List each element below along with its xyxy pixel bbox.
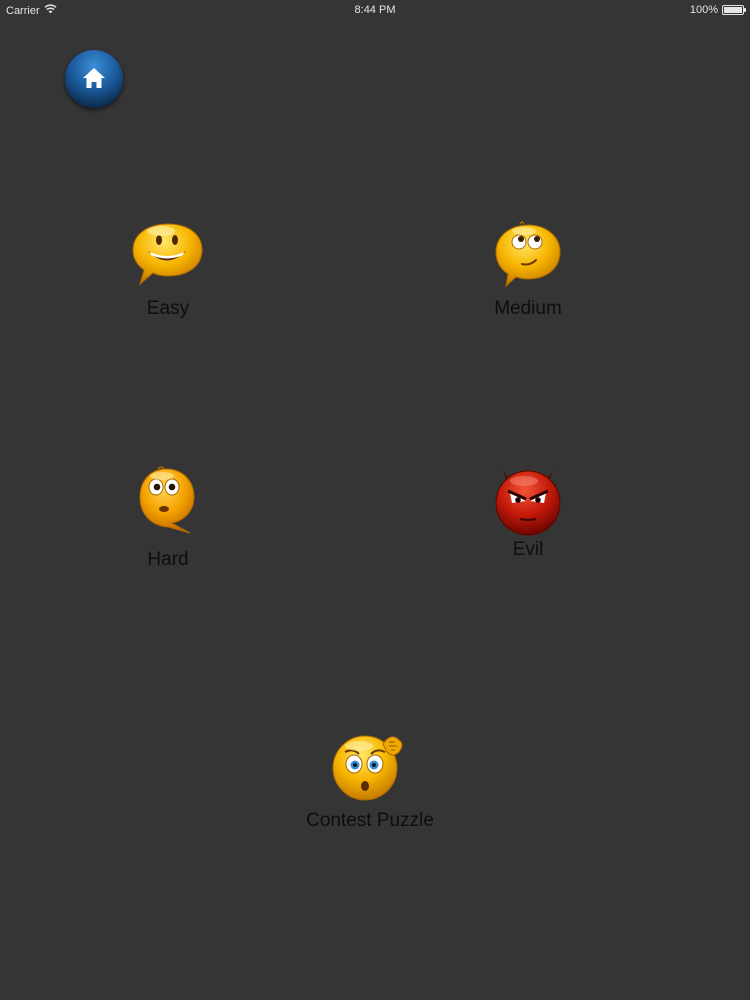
thinking-face-icon xyxy=(495,221,561,288)
smiling-face-icon xyxy=(132,223,203,286)
level-evil-label: Evil xyxy=(512,539,544,560)
level-contest-button[interactable]: Contest Puzzle xyxy=(290,730,450,832)
level-hard-label: Hard xyxy=(147,549,189,570)
surprised-face-icon xyxy=(139,466,195,534)
battery-percent: 100% xyxy=(689,4,718,16)
level-contest-label: Contest Puzzle xyxy=(306,810,434,831)
level-easy-button[interactable]: Easy xyxy=(88,220,248,320)
battery-icon xyxy=(722,5,746,15)
confused-face-icon xyxy=(332,735,403,801)
home-button[interactable] xyxy=(65,50,123,108)
battery-fill xyxy=(724,7,742,13)
level-medium-label: Medium xyxy=(494,298,562,319)
level-easy-label: Easy xyxy=(146,298,190,319)
level-hard-button[interactable]: Hard xyxy=(88,465,248,571)
status-time: 8:44 PM xyxy=(354,4,396,16)
level-medium-button[interactable]: Medium xyxy=(448,220,608,320)
status-bar: Carrier 8:44 PM 100% xyxy=(0,0,750,20)
level-select-screen: Carrier 8:44 PM 100% Easy Medium Hard Ev… xyxy=(0,0,750,1000)
home-icon xyxy=(83,68,105,88)
level-evil-button[interactable]: Evil xyxy=(448,465,608,561)
status-right: 100% xyxy=(689,4,746,16)
devil-face-icon xyxy=(495,469,561,536)
